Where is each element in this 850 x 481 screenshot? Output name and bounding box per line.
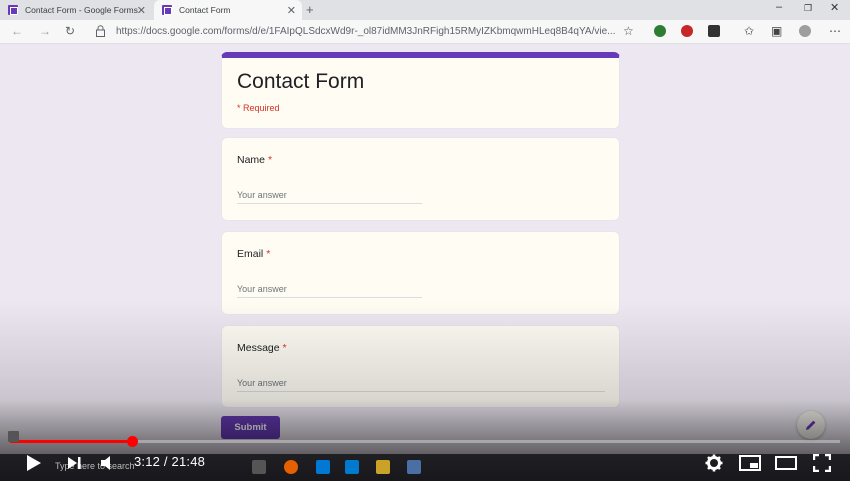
settings-button[interactable] (703, 452, 725, 474)
url-field[interactable]: https://docs.google.com/forms/d/e/1FAIpQ… (116, 26, 616, 37)
tab-contact-form-google-forms[interactable]: Contact Form - Google Forms ✕ (0, 0, 152, 20)
tab-contact-form[interactable]: Contact Form ✕ (154, 0, 302, 20)
task-view-icon[interactable] (252, 460, 266, 474)
submit-button[interactable]: Submit (221, 416, 280, 439)
tab-bar: Contact Form - Google Forms ✕ Contact Fo… (0, 0, 850, 20)
play-icon (27, 455, 41, 471)
miniplayer-button[interactable] (738, 452, 762, 474)
form-header-card: Contact Form * Required (221, 52, 620, 129)
question-card-name: Name * Your answer (221, 137, 620, 221)
miniplayer-icon (739, 455, 761, 471)
video-time: 3:12 / 21:48 (134, 454, 206, 469)
volume-button[interactable] (98, 452, 118, 474)
progress-played (10, 440, 132, 443)
tab-label: Contact Form - Google Forms (25, 5, 138, 15)
close-icon[interactable]: ✕ (137, 4, 146, 17)
edge-icon[interactable] (316, 460, 330, 474)
video-progress-bar[interactable] (10, 436, 840, 447)
skip-next-icon (68, 457, 81, 469)
tab-label: Contact Form (179, 5, 231, 15)
theater-icon (775, 456, 797, 470)
play-button[interactable] (24, 452, 44, 474)
question-text: Email (237, 248, 264, 260)
back-icon[interactable]: ← (11, 24, 23, 38)
file-explorer-icon[interactable] (376, 460, 390, 474)
theater-mode-button[interactable] (774, 452, 798, 474)
restore-icon[interactable]: ❐ (804, 3, 812, 14)
fullscreen-icon (813, 454, 831, 472)
question-label: Message * (237, 342, 287, 354)
volume-icon (101, 456, 110, 470)
close-icon[interactable]: ✕ (287, 4, 296, 17)
cube-extension-icon[interactable] (708, 25, 720, 37)
gear-icon (705, 454, 723, 472)
question-label: Email * (237, 248, 270, 260)
message-field[interactable]: Your answer (237, 376, 605, 392)
fullscreen-button[interactable] (811, 452, 833, 474)
new-tab-icon[interactable]: + (306, 2, 314, 17)
chapter-icon (8, 431, 19, 442)
adblock-icon[interactable] (681, 25, 693, 37)
star-icon[interactable]: ☆ (623, 24, 634, 38)
required-asterisk: * (267, 154, 273, 166)
forward-icon[interactable]: → (39, 24, 51, 38)
question-text: Message (237, 342, 280, 354)
name-field[interactable]: Your answer (237, 188, 422, 204)
edit-button[interactable] (797, 411, 825, 439)
window-close-icon[interactable]: ✕ (830, 1, 839, 14)
favorites-icon[interactable]: ✩ (744, 24, 754, 38)
question-card-message: Message * Your answer (221, 325, 620, 408)
required-note: * Required (237, 103, 280, 113)
refresh-icon[interactable]: ↻ (65, 24, 75, 38)
required-asterisk: * (266, 248, 271, 260)
pencil-icon (806, 420, 816, 430)
email-field[interactable]: Your answer (237, 282, 422, 298)
google-forms-icon (162, 5, 172, 15)
more-menu-icon[interactable]: ⋯ (829, 24, 841, 38)
required-asterisk: * (282, 342, 287, 354)
question-text: Name (237, 154, 266, 166)
address-bar: ← → ↻ https://docs.google.com/forms/d/e/… (0, 20, 850, 44)
lock-icon (96, 25, 105, 37)
extension-icon[interactable] (654, 25, 666, 37)
form-title: Contact Form (237, 70, 365, 93)
question-card-email: Email * Your answer (221, 231, 620, 315)
progress-scrubber[interactable] (127, 436, 138, 447)
firefox-icon[interactable] (284, 460, 298, 474)
vscode-icon[interactable] (345, 460, 359, 474)
google-forms-icon (8, 5, 18, 15)
avatar[interactable] (799, 25, 811, 37)
next-button[interactable] (64, 452, 84, 474)
app-icon[interactable] (407, 460, 421, 474)
question-label: Name * (237, 154, 272, 166)
minimize-icon[interactable]: – (776, 1, 782, 13)
collections-icon[interactable]: ▣ (771, 24, 782, 38)
